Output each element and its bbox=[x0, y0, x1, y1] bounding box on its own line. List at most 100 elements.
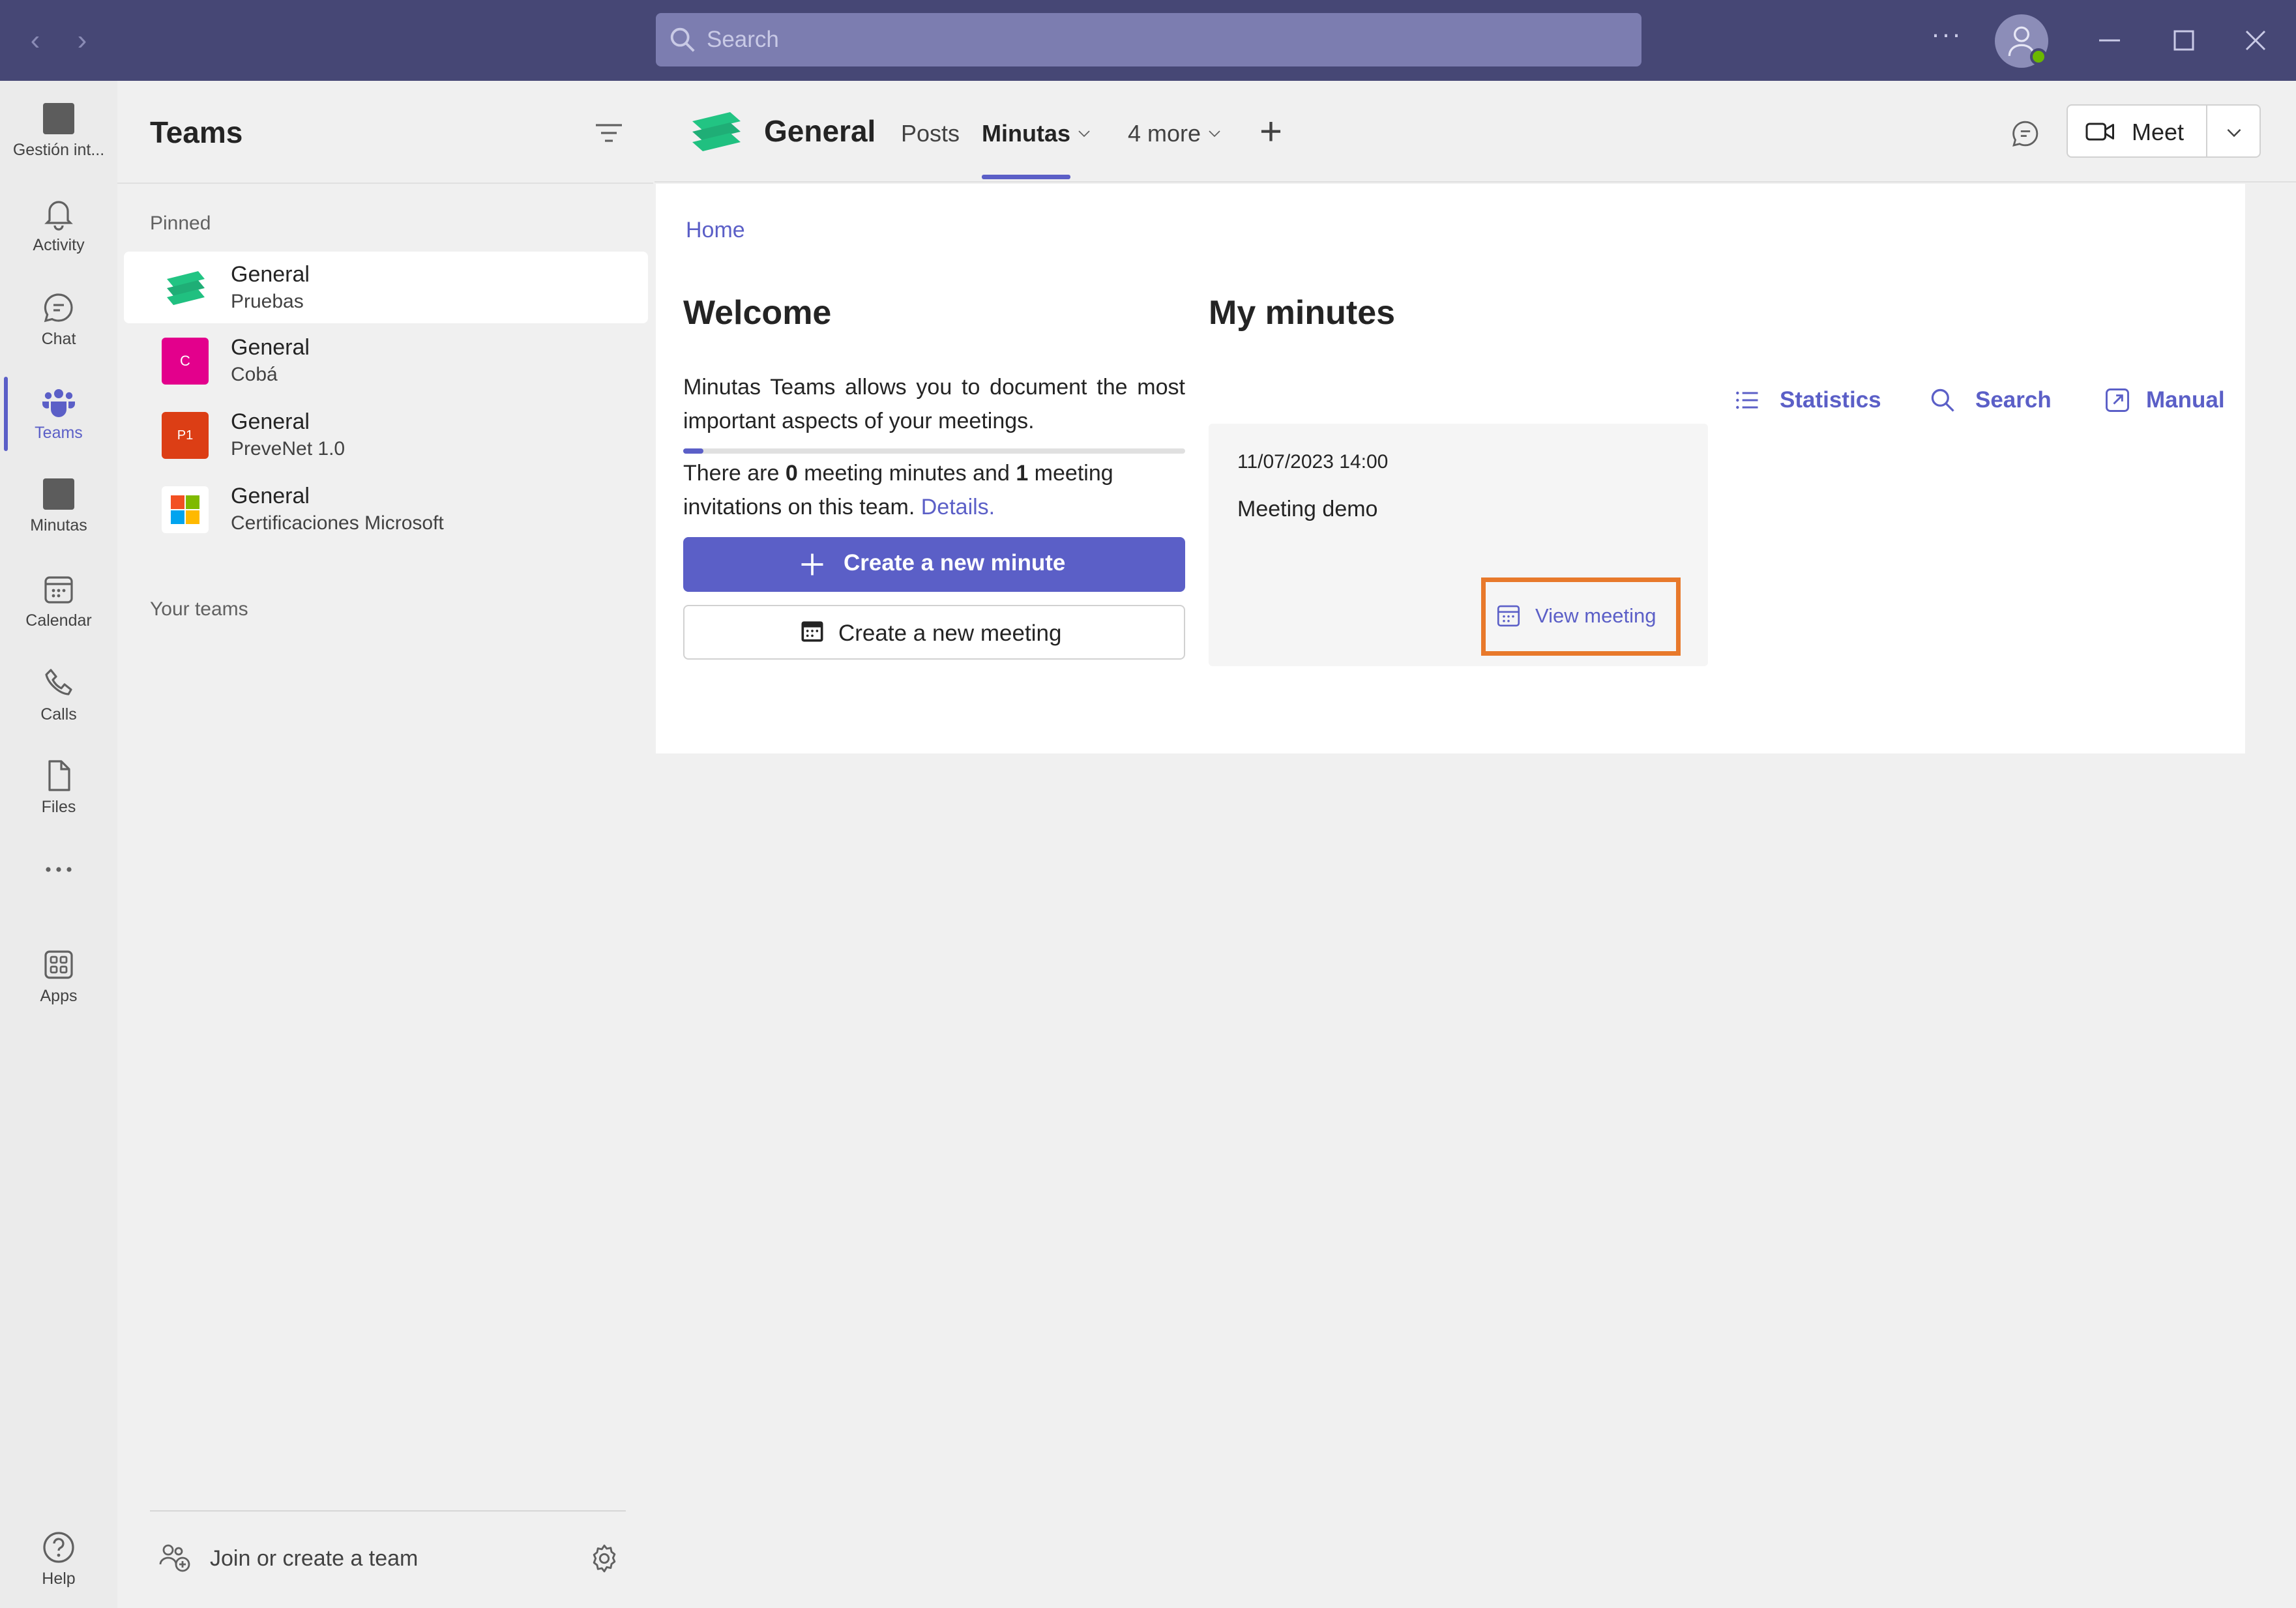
chevron-down-icon[interactable] bbox=[1207, 129, 1222, 138]
statistics-label: Statistics bbox=[1780, 387, 1881, 413]
tab-posts[interactable]: Posts bbox=[901, 120, 960, 147]
minutes-count: 0 bbox=[785, 461, 798, 486]
minute-date: 11/07/2023 14:00 bbox=[1237, 451, 1389, 473]
rail-item-activity[interactable]: Activity bbox=[0, 189, 117, 274]
phone-icon bbox=[45, 669, 72, 695]
external-link-icon bbox=[2106, 388, 2129, 412]
rail-item-help[interactable]: Help bbox=[0, 1523, 117, 1607]
minutas-logo-icon bbox=[167, 271, 205, 305]
search-icon bbox=[1931, 388, 1954, 412]
search-label: Search bbox=[1975, 387, 2052, 413]
rail-item-apps[interactable]: Apps bbox=[0, 940, 117, 1025]
panel-title: Teams bbox=[150, 115, 243, 149]
rail-item-calls[interactable]: Calls bbox=[0, 658, 117, 743]
create-minute-label: Create a new minute bbox=[844, 550, 1066, 576]
search-icon bbox=[670, 27, 695, 52]
more-apps-button[interactable] bbox=[0, 850, 117, 889]
rail-label: Help bbox=[42, 1570, 76, 1588]
rail-item-chat[interactable]: Chat bbox=[0, 283, 117, 368]
progress-bar bbox=[683, 448, 1185, 454]
team-row-pruebas[interactable]: General Pruebas bbox=[124, 252, 648, 323]
rail-label: Calls bbox=[40, 705, 77, 724]
my-minutes-heading: My minutes bbox=[1209, 294, 1396, 332]
create-meeting-button[interactable]: Create a new meeting bbox=[683, 605, 1185, 660]
statistics-link[interactable]: Statistics bbox=[1733, 383, 1881, 418]
rail-item-gestion[interactable]: Gestión int... bbox=[0, 94, 117, 179]
close-icon[interactable] bbox=[2235, 20, 2276, 61]
chevron-down-icon bbox=[2227, 129, 2241, 138]
plus-icon bbox=[801, 553, 823, 576]
file-icon bbox=[48, 760, 70, 791]
rail-item-teams[interactable]: Teams bbox=[0, 377, 117, 461]
details-link[interactable]: Details. bbox=[921, 495, 995, 519]
team-name: PreveNet 1.0 bbox=[231, 438, 346, 460]
meet-options-button[interactable] bbox=[2206, 104, 2261, 158]
team-name: Cobá bbox=[231, 364, 278, 385]
meet-button[interactable]: Meet bbox=[2067, 104, 2207, 158]
video-camera-icon bbox=[2085, 123, 2114, 141]
join-team-icon[interactable] bbox=[156, 1541, 193, 1573]
tab-minutas[interactable]: Minutas bbox=[982, 120, 1070, 147]
breadcrumb[interactable]: Home bbox=[686, 218, 745, 243]
minutas-content: Home Welcome My minutes Minutas Teams al… bbox=[656, 184, 2245, 753]
active-tab-indicator bbox=[982, 175, 1070, 179]
gear-icon[interactable] bbox=[588, 1542, 621, 1575]
team-row-coba[interactable]: C General Cobá bbox=[124, 325, 648, 396]
create-minute-button[interactable]: Create a new minute bbox=[683, 537, 1185, 592]
chevron-down-icon[interactable] bbox=[1077, 129, 1091, 138]
counts-text: There are 0 meeting minutes and 1 meetin… bbox=[683, 456, 1185, 524]
search-placeholder: Search bbox=[707, 27, 779, 52]
title-bar: ‹ › Search ··· bbox=[0, 0, 2296, 81]
meet-label: Meet bbox=[2132, 119, 2185, 145]
team-avatar: C bbox=[162, 338, 209, 385]
minimize-icon[interactable] bbox=[2089, 20, 2130, 61]
rail-label: Gestión int... bbox=[12, 141, 105, 159]
rail-label: Activity bbox=[33, 236, 85, 254]
progress-fill bbox=[683, 448, 703, 454]
search-input[interactable]: Search bbox=[656, 13, 1641, 66]
rail-label: Apps bbox=[40, 987, 78, 1005]
microsoft-logo-icon bbox=[162, 486, 209, 533]
app-rail: Gestión int... Activity Chat Teams Minut… bbox=[0, 81, 117, 1608]
join-or-create-team-link[interactable]: Join or create a team bbox=[210, 1546, 418, 1571]
maximize-icon[interactable] bbox=[2163, 20, 2205, 61]
rail-item-calendar[interactable]: Calendar bbox=[0, 564, 117, 649]
rail-label: Calendar bbox=[25, 611, 92, 630]
team-name: Pruebas bbox=[231, 291, 304, 312]
pinned-section-label: Pinned bbox=[150, 212, 211, 234]
more-icon bbox=[46, 867, 72, 872]
channel-name: General bbox=[231, 409, 310, 434]
manual-label: Manual bbox=[2146, 387, 2225, 413]
channel-name: General bbox=[231, 262, 310, 287]
manual-link[interactable]: Manual bbox=[2103, 383, 2233, 418]
intro-text: Minutas Teams allows you to document the… bbox=[683, 375, 1185, 433]
back-arrow-icon[interactable]: ‹ bbox=[21, 23, 50, 57]
list-icon bbox=[1736, 391, 1758, 409]
team-row-prevenet[interactable]: P1 General PreveNet 1.0 bbox=[124, 399, 648, 471]
rail-label: Teams bbox=[35, 424, 83, 442]
search-link[interactable]: Search bbox=[1928, 383, 2059, 418]
team-avatar: P1 bbox=[162, 412, 209, 459]
view-meeting-button[interactable]: View meeting bbox=[1481, 577, 1681, 656]
app-icon bbox=[43, 103, 74, 134]
tab-more[interactable]: 4 more bbox=[1128, 120, 1201, 147]
forward-arrow-icon[interactable]: › bbox=[68, 23, 96, 57]
rail-label: Chat bbox=[41, 330, 76, 348]
add-tab-icon[interactable]: + bbox=[1259, 112, 1282, 151]
team-row-certificaciones[interactable]: General Certificaciones Microsoft bbox=[124, 473, 648, 545]
rail-item-files[interactable]: Files bbox=[0, 751, 117, 836]
welcome-heading: Welcome bbox=[683, 294, 832, 332]
minutas-logo-icon bbox=[692, 112, 741, 151]
counts-middle: meeting minutes and bbox=[797, 461, 1016, 486]
create-meeting-label: Create a new meeting bbox=[838, 621, 1062, 646]
help-icon bbox=[43, 1532, 74, 1563]
chat-icon bbox=[44, 293, 73, 323]
calendar-icon bbox=[44, 576, 73, 604]
more-options-icon[interactable]: ··· bbox=[1931, 18, 1962, 50]
minute-card[interactable]: 11/07/2023 14:00 Meeting demo View meeti… bbox=[1209, 424, 1708, 666]
team-name: Certificaciones Microsoft bbox=[231, 512, 444, 534]
rail-item-minutas[interactable]: Minutas bbox=[0, 469, 117, 554]
conversation-icon[interactable] bbox=[2009, 117, 2042, 150]
app-icon bbox=[43, 478, 74, 510]
filter-icon[interactable] bbox=[593, 120, 625, 146]
